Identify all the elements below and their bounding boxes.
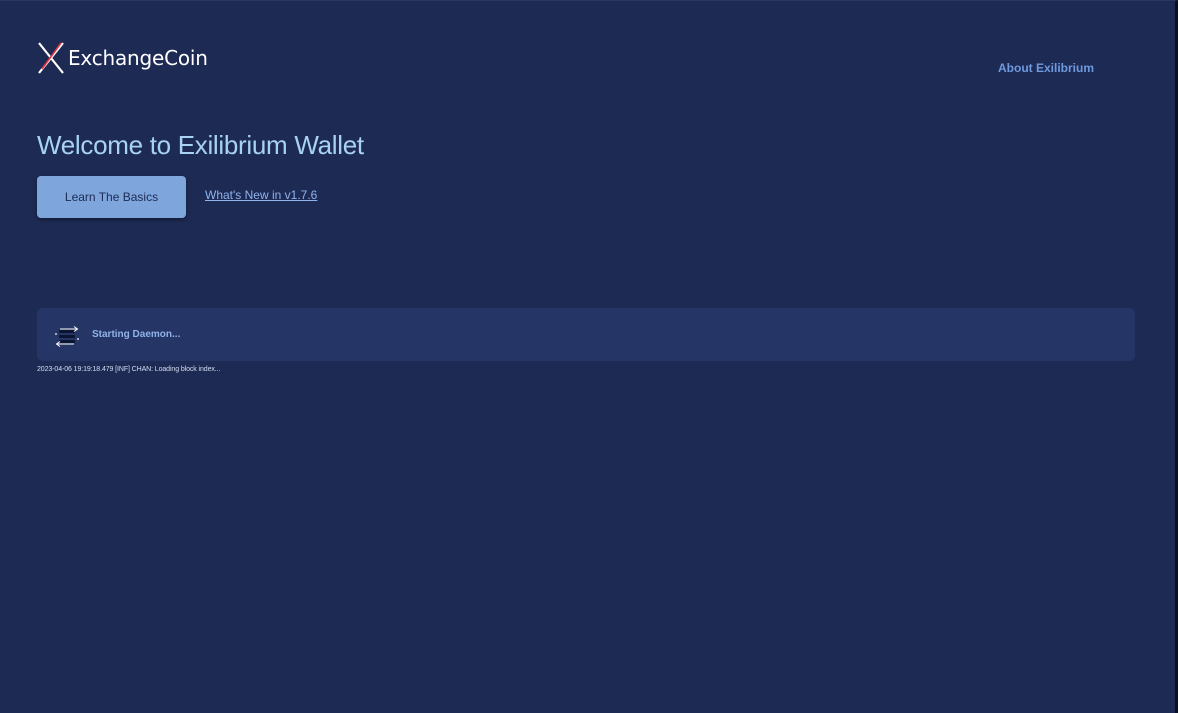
daemon-status-panel: Starting Daemon...	[37, 308, 1135, 361]
status-message: Starting Daemon...	[92, 329, 181, 340]
page-title: Welcome to Exilibrium Wallet	[37, 130, 364, 160]
learn-the-basics-button[interactable]: Learn The Basics	[37, 176, 186, 218]
exchangecoin-logo-icon	[38, 42, 64, 74]
brand-name: ExchangeCoin	[68, 46, 208, 70]
about-exilibrium-link[interactable]: About Exilibrium	[998, 61, 1094, 75]
brand-logo: ExchangeCoin	[37, 42, 208, 74]
daemon-log-line: 2023-04-06 19:19:18.479 [INF] CHAN: Load…	[37, 366, 221, 373]
app-window: ExchangeCoin About Exilibrium Welcome to…	[0, 0, 1178, 713]
whats-new-link[interactable]: What's New in v1.7.6	[205, 188, 317, 202]
daemon-sync-icon	[55, 326, 79, 347]
